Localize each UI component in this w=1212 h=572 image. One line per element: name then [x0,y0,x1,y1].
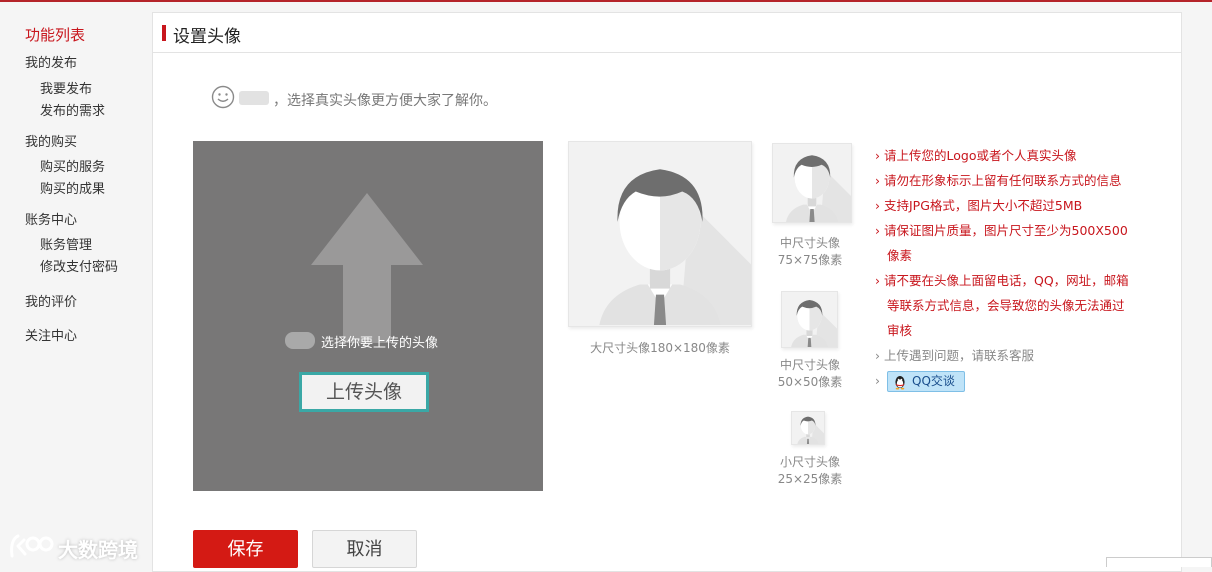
choose-avatar-text: 选择你要上传的头像 [321,336,439,351]
cancel-button[interactable]: 取消 [312,530,417,568]
sidebar-item-account-management[interactable]: 账务管理 [40,234,92,253]
sidebar-title: 功能列表 [25,26,86,44]
contact-support-text: › 上传遇到问题，请联系客服 [875,348,1035,363]
preview-small-25-label-line1: 小尺寸头像 [779,455,840,469]
rule-item-continued: 等联系方式信息，会导致您的头像无法通过 [887,298,1125,313]
chevron-right-icon: › [875,148,880,163]
username-blurred [239,91,269,105]
top-accent-line [0,0,1212,2]
preview-medium-50-label: 中尺寸头像 50×50像素 [765,357,855,391]
preview-small-25 [791,411,825,445]
username-blurred-small [285,332,315,349]
sidebar-group-my-reviews[interactable]: 我的评价 [25,291,77,310]
qq-chat-button[interactable]: QQ交谈 [887,371,965,392]
chevron-right-icon: › [875,373,880,388]
corner-widget [1106,557,1212,567]
preview-medium-75-label: 中尺寸头像 75×75像素 [765,235,855,269]
rule-item: › 请保证图片质量，图片尺寸至少为500X500 [875,223,1128,238]
upload-area[interactable]: 选择你要上传的头像 上传头像 [193,141,543,491]
avatar-placeholder-icon [782,292,837,347]
save-button[interactable]: 保存 [193,530,298,568]
sidebar-item-published-needs[interactable]: 发布的需求 [40,100,105,119]
qq-penguin-icon [895,376,905,390]
rule-item: › 请上传您的Logo或者个人真实头像 [875,148,1077,163]
chevron-right-icon: › [875,273,880,288]
panel-header: 设置头像 [153,13,1181,53]
rule-item-continued: 像素 [887,248,913,263]
rule-item: › 请勿在形象标示上留有任何联系方式的信息 [875,173,1122,188]
watermark: 大数跨境 [8,530,158,562]
avatar-placeholder-icon [569,143,751,325]
avatar-placeholder-icon [792,412,824,444]
preview-small-25-label: 小尺寸头像 25×25像素 [765,454,855,488]
sidebar-item-publish[interactable]: 我要发布 [40,78,92,97]
upload-arrow-icon [311,193,423,343]
preview-medium-50-label-line2: 50×50像素 [777,375,843,389]
watermark-text: 大数跨境 [58,538,138,562]
sidebar-group-follow-center[interactable]: 关注中心 [25,325,77,344]
chevron-right-icon: › [875,223,880,238]
chevron-right-icon: › [875,198,880,213]
rule-item: › 支持JPG格式，图片大小不超过5MB [875,198,1083,213]
avatar-placeholder-icon [773,144,851,222]
sidebar-group-account-center[interactable]: 账务中心 [25,209,77,228]
chevron-right-icon: › [875,173,880,188]
avatar-settings-panel: 设置头像 ，选择真实头像更方便大家了解你。 选择你要上传的头像 上传头像 大尺寸… [152,12,1182,572]
preview-medium-50-label-line1: 中尺寸头像 [779,358,840,372]
sidebar-item-change-pay-password[interactable]: 修改支付密码 [40,256,118,275]
preview-medium-75 [772,143,852,223]
rule-item: › 请不要在头像上面留电话，QQ，网址，邮箱 [875,273,1129,288]
title-marker [162,25,166,41]
preview-large-label: 大尺寸头像180×180像素 [590,341,730,355]
sidebar-group-my-purchase[interactable]: 我的购买 [25,131,77,150]
upload-avatar-button[interactable]: 上传头像 [299,372,429,412]
preview-medium-75-label-line1: 中尺寸头像 [779,236,840,250]
preview-large [568,141,752,327]
qq-chat-label: QQ交谈 [912,374,955,388]
sidebar-item-bought-results[interactable]: 购买的成果 [40,178,105,197]
preview-small-25-label-line2: 25×25像素 [777,472,843,486]
preview-medium-75-label-line2: 75×75像素 [777,253,843,267]
sidebar-group-my-publish[interactable]: 我的发布 [25,52,77,71]
page-title: 设置头像 [173,27,241,47]
hint-text: ，选择真实头像更方便大家了解你。 [273,93,497,109]
watermark-logo-icon [10,534,54,558]
preview-medium-50 [781,291,838,348]
smile-icon [211,85,235,109]
rule-item-continued: 审核 [887,323,913,338]
sidebar-item-bought-services[interactable]: 购买的服务 [40,156,105,175]
chevron-right-icon: › [875,348,880,363]
